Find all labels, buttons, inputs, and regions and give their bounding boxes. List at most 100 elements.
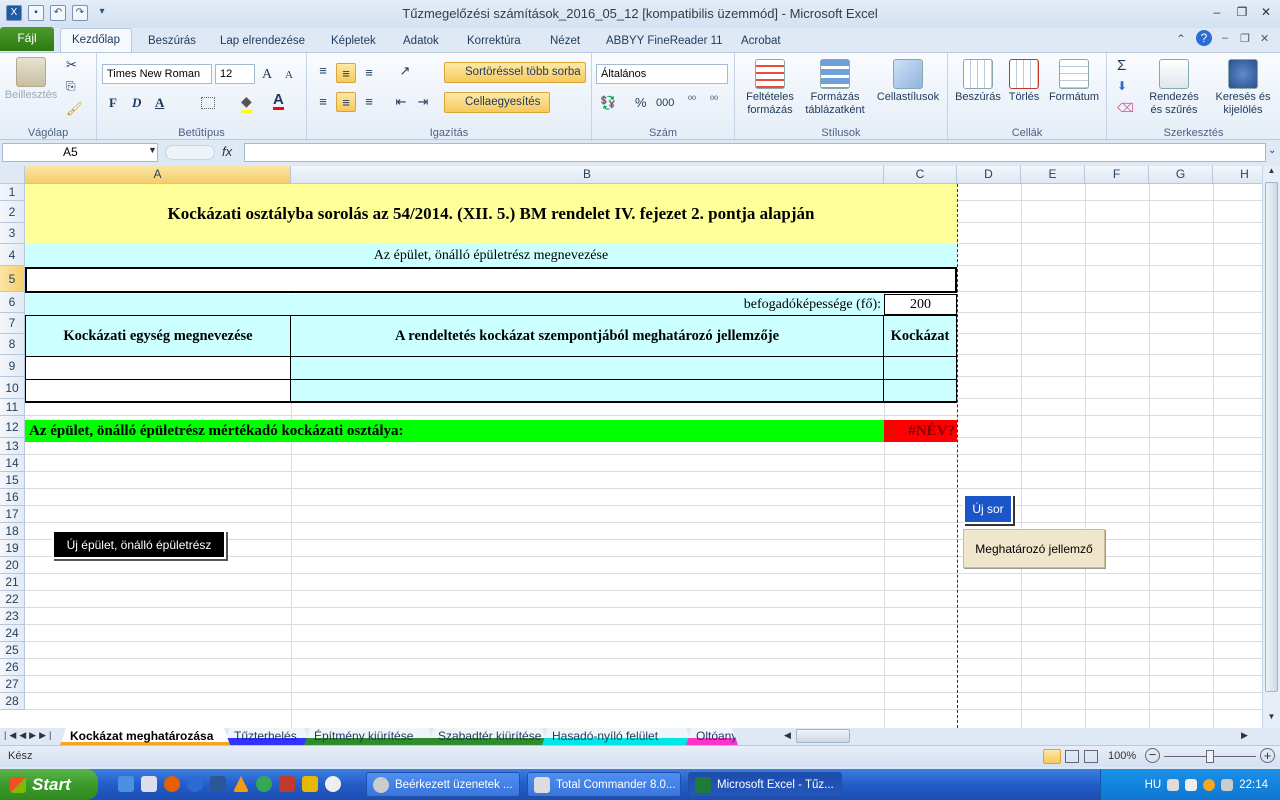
vertical-scrollbar[interactable]: ▲ ▼ <box>1262 166 1280 728</box>
thousands-button[interactable]: 000 <box>656 97 674 109</box>
row-header[interactable]: 15 <box>0 472 25 489</box>
row-header[interactable]: 13 <box>0 438 25 455</box>
row-header[interactable]: 2 <box>0 201 25 223</box>
zoom-out-icon[interactable]: − <box>1145 748 1160 763</box>
grow-font-button[interactable]: A <box>262 67 272 83</box>
worksheet-grid[interactable]: A B C D E F G H 1 2 3 4 5 6 7 8 9 10 11 12 13 14 15 16 1… <box>0 166 1262 728</box>
format-painter-icon[interactable]: 🖌 <box>66 101 83 117</box>
scroll-thumb[interactable] <box>1265 182 1278 692</box>
tab-file[interactable]: Fájl <box>0 27 54 51</box>
row-header[interactable]: 8 <box>0 334 25 355</box>
task-email[interactable]: Beérkezett üzenetek ... <box>366 772 520 797</box>
increase-indent-icon[interactable]: ⇥ <box>413 92 433 112</box>
row-header[interactable]: 4 <box>0 244 25 266</box>
column-header-a[interactable]: A <box>25 166 291 184</box>
result-label-cell[interactable]: Az épület, önálló épületrész mértékadó k… <box>25 420 884 442</box>
new-building-button[interactable]: Új épület, önálló épületrész <box>52 530 226 559</box>
sheet-tab[interactable]: Tűzterhelés <box>224 728 310 745</box>
column-header-b[interactable]: B <box>291 166 884 184</box>
align-center-icon[interactable]: ≡ <box>336 92 356 112</box>
page-break-view-icon[interactable] <box>1084 750 1098 763</box>
copy-icon[interactable]: ⎘ <box>66 79 76 94</box>
row-header[interactable]: 26 <box>0 659 25 676</box>
decrease-decimal-icon[interactable]: ⁰⁰ <box>710 95 718 106</box>
word-icon[interactable] <box>210 776 226 792</box>
language-indicator[interactable]: HU <box>1145 779 1162 791</box>
row-header[interactable]: 12 <box>0 416 25 438</box>
minimize-button[interactable]: – <box>1208 5 1226 21</box>
tab-insert[interactable]: Beszúrás <box>148 32 196 52</box>
network-icon[interactable] <box>1167 778 1180 791</box>
row-header[interactable]: 24 <box>0 625 25 642</box>
start-button[interactable]: Start <box>0 769 98 800</box>
sheet-tab[interactable]: Kockázat meghatározása <box>60 728 230 745</box>
row-header[interactable]: 14 <box>0 455 25 472</box>
column-header-c[interactable]: C <box>884 166 957 184</box>
column-header-g[interactable]: G <box>1149 166 1213 184</box>
cell-styles-button[interactable]: Cellastílusok <box>873 59 943 103</box>
media-player-icon[interactable] <box>325 776 341 792</box>
format-as-table-button[interactable]: Formázás táblázatként <box>801 59 869 117</box>
shrink-font-button[interactable]: A <box>285 69 293 81</box>
task-excel[interactable]: Microsoft Excel - Tűz... <box>688 772 842 797</box>
thunderbird-icon[interactable] <box>187 776 203 792</box>
characteristic-cell[interactable] <box>291 357 884 380</box>
row-header[interactable]: 20 <box>0 557 25 574</box>
fill-icon[interactable]: ⬇ <box>1117 79 1127 93</box>
select-all-corner[interactable] <box>0 166 25 184</box>
bold-button[interactable]: F <box>109 95 117 111</box>
autosum-button[interactable]: Σ <box>1117 57 1126 74</box>
zoom-level[interactable]: 100% <box>1108 750 1136 762</box>
restore-button[interactable]: ❐ <box>1233 5 1251 21</box>
show-desktop-icon[interactable] <box>118 776 134 792</box>
row-header[interactable]: 22 <box>0 591 25 608</box>
merge-cells-button[interactable]: Cellaegyesítés <box>444 92 550 113</box>
row-header[interactable]: 18 <box>0 523 25 540</box>
increase-decimal-icon[interactable]: ⁰⁰ <box>688 95 696 106</box>
align-top-icon[interactable]: ≡ <box>313 61 333 81</box>
row-header[interactable]: 9 <box>0 355 25 377</box>
unit-cell[interactable] <box>25 380 291 403</box>
header-risk-cell[interactable]: Kockázat <box>884 315 957 357</box>
row-header[interactable]: 23 <box>0 608 25 625</box>
name-box[interactable]: A5 <box>2 143 158 162</box>
folder-icon[interactable] <box>302 776 318 792</box>
align-middle-icon[interactable]: ≡ <box>336 63 356 83</box>
scroll-down-icon[interactable]: ▼ <box>1264 712 1279 726</box>
risk-cell[interactable] <box>884 357 957 380</box>
font-color-button[interactable]: A <box>273 92 284 110</box>
sheet-title-cell[interactable]: Kockázati osztályba sorolás az 54/2014. … <box>25 184 957 244</box>
close-button[interactable]: ✕ <box>1257 5 1275 21</box>
align-right-icon[interactable]: ≡ <box>359 92 379 112</box>
row-header[interactable]: 5 <box>0 266 25 292</box>
zoom-in-icon[interactable]: + <box>1260 748 1275 763</box>
unit-cell[interactable] <box>25 357 291 380</box>
risk-cell[interactable] <box>884 380 957 403</box>
firefox-icon[interactable] <box>164 776 180 792</box>
insert-cells-button[interactable]: Beszúrás <box>954 59 1002 103</box>
determining-characteristic-button[interactable]: Meghatározó jellemző <box>963 529 1105 568</box>
header-characteristic-cell[interactable]: A rendeltetés kockázat szempontjából meg… <box>291 315 884 357</box>
sheet-tab[interactable]: Építmény kiürítése <box>304 728 434 745</box>
font-name-combo[interactable]: Times New Roman <box>102 64 212 84</box>
result-value-cell[interactable]: #NÉV? <box>884 420 957 442</box>
formula-input[interactable] <box>244 143 1266 162</box>
number-format-combo[interactable]: Általános <box>596 64 728 84</box>
percent-button[interactable]: % <box>635 95 647 110</box>
tab-data[interactable]: Adatok <box>403 32 439 52</box>
tab-abbyy[interactable]: ABBYY FineReader 11 <box>606 32 723 52</box>
find-select-button[interactable]: Keresés és kijelölés <box>1213 59 1273 117</box>
row-header[interactable]: 6 <box>0 292 25 313</box>
delete-cells-button[interactable]: Törlés <box>1004 59 1044 103</box>
column-header-d[interactable]: D <box>957 166 1021 184</box>
tray-app-icon[interactable] <box>1203 778 1216 791</box>
app-icon[interactable] <box>279 776 295 792</box>
tray-monitor-icon[interactable] <box>1221 778 1234 791</box>
format-cells-button[interactable]: Formátum <box>1046 59 1102 103</box>
row-header[interactable]: 3 <box>0 223 25 244</box>
normal-view-icon[interactable] <box>1043 749 1061 764</box>
tab-view[interactable]: Nézet <box>550 32 580 52</box>
row-header[interactable]: 17 <box>0 506 25 523</box>
clear-icon[interactable]: ⌫ <box>1117 101 1134 115</box>
row-header[interactable]: 16 <box>0 489 25 506</box>
